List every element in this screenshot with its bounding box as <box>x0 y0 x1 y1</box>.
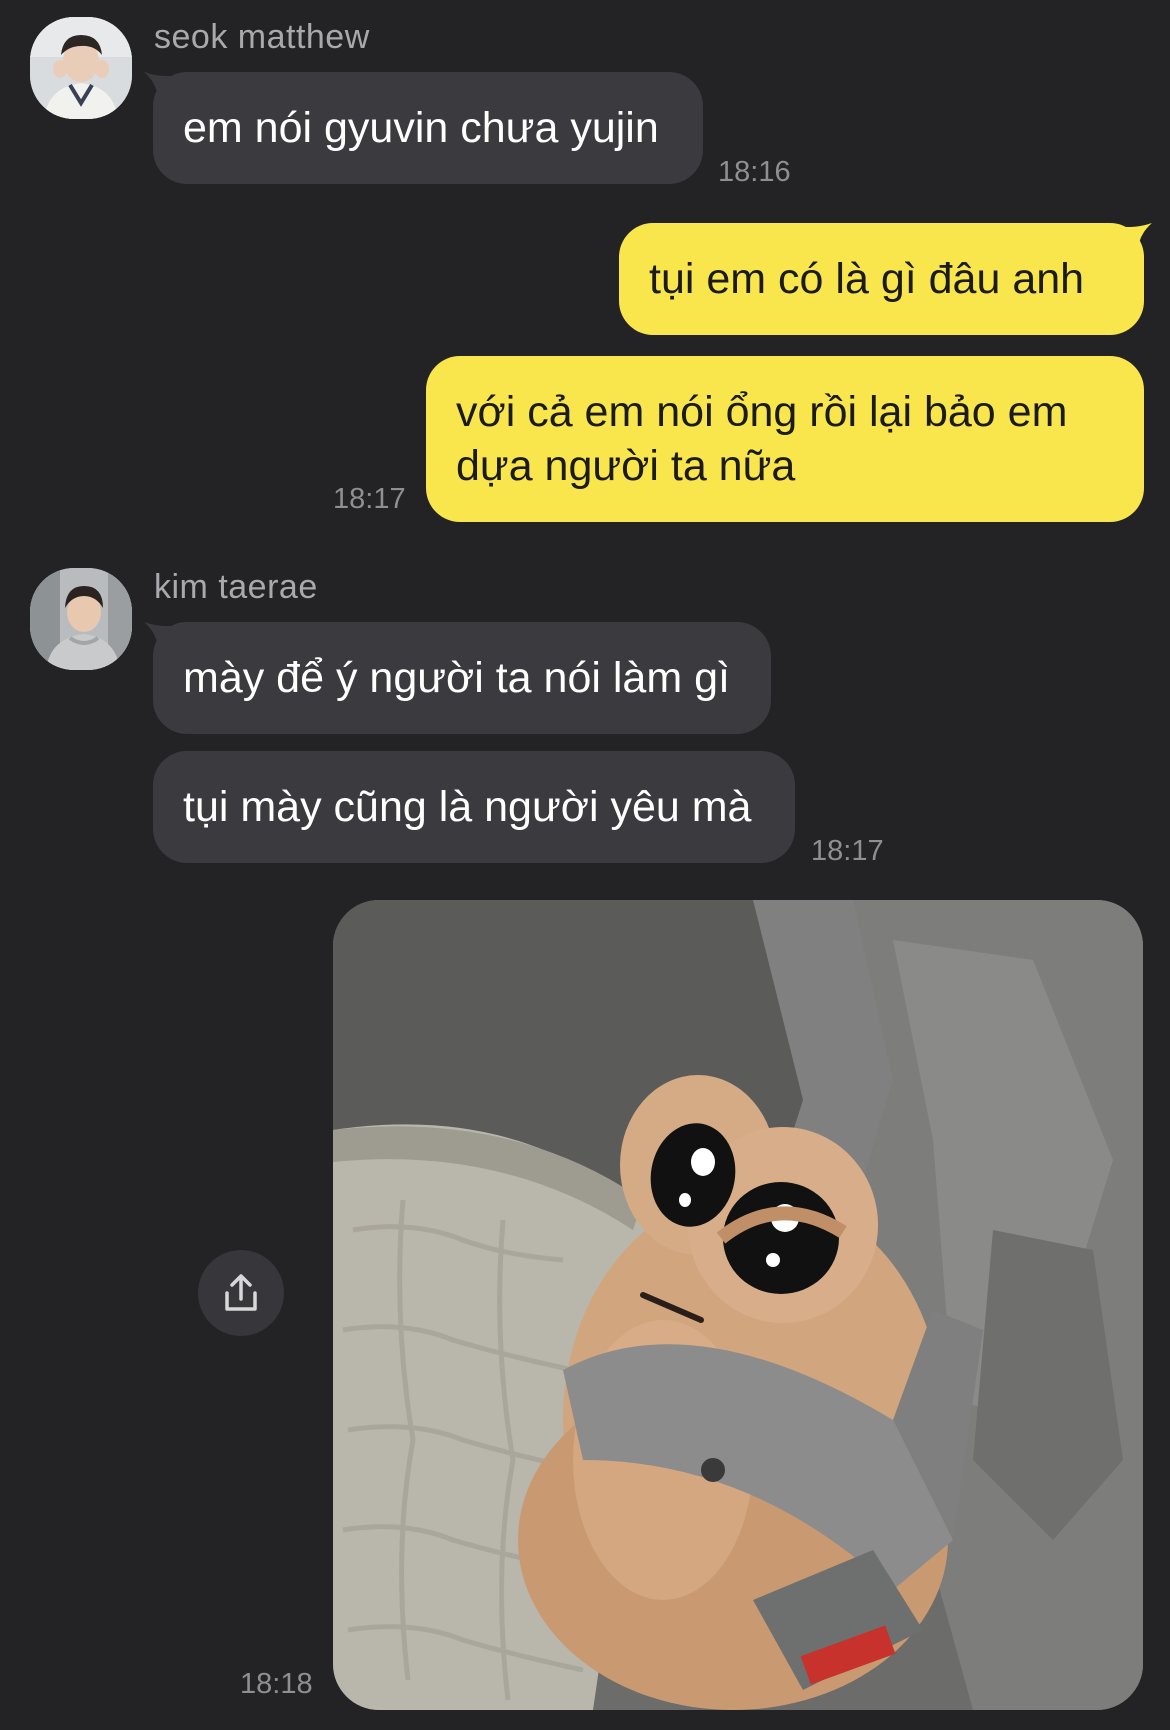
message-text: với cả em nói ổng rồi lại bảo em dựa ngư… <box>456 388 1068 490</box>
avatar-kim-taerae[interactable] <box>30 568 132 670</box>
avatar-kim-taerae-image <box>30 568 132 670</box>
message-timestamp: 18:17 <box>333 483 406 515</box>
message-bubble-outgoing[interactable]: tụi em có là gì đâu anh <box>619 223 1144 335</box>
avatar-seok-matthew[interactable] <box>30 17 132 119</box>
sender-name-seok-matthew: seok matthew <box>154 18 370 56</box>
message-bubble-incoming[interactable]: tụi mày cũng là người yêu mà <box>153 751 795 863</box>
message-text: mày để ý người ta nói làm gì <box>183 654 730 702</box>
bubble-tail-outgoing <box>1118 223 1152 257</box>
message-timestamp: 18:16 <box>718 156 791 188</box>
message-bubble-incoming[interactable]: em nói gyuvin chưa yujin <box>153 72 703 184</box>
message-bubble-incoming[interactable]: mày để ý người ta nói làm gì <box>153 622 771 734</box>
sender-name-kim-taerae: kim taerae <box>154 568 318 606</box>
message-text: tụi mày cũng là người yêu mà <box>183 783 752 831</box>
message-text: tụi em có là gì đâu anh <box>649 255 1085 303</box>
avatar-seok-matthew-image <box>30 17 132 119</box>
message-text: em nói gyuvin chưa yujin <box>183 104 659 152</box>
photo-attachment[interactable] <box>333 900 1143 1710</box>
photo-plush-seatbelt-image <box>333 900 1143 1710</box>
message-timestamp: 18:18 <box>240 1668 313 1700</box>
chat-window: seok matthew em nói gyuvin chưa yujin 18… <box>0 0 1170 1730</box>
share-button[interactable] <box>198 1250 284 1336</box>
message-bubble-outgoing[interactable]: với cả em nói ổng rồi lại bảo em dựa ngư… <box>426 356 1144 522</box>
message-timestamp: 18:17 <box>811 835 884 867</box>
share-icon <box>225 1274 257 1311</box>
